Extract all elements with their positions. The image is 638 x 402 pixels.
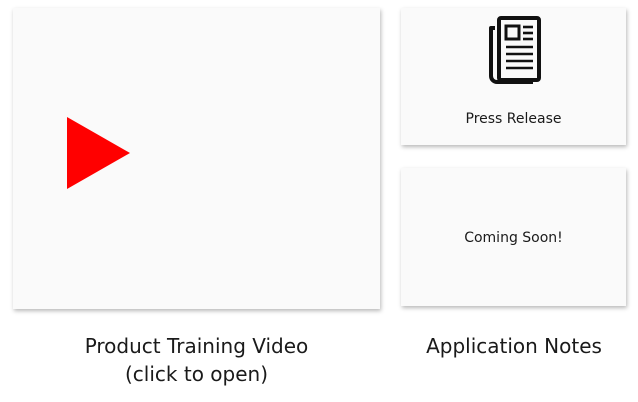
video-caption[interactable]: Product Training Video (click to open) [13, 332, 380, 388]
newspaper-icon [489, 16, 541, 84]
press-release-label[interactable]: Press Release [401, 110, 626, 128]
play-icon[interactable] [67, 117, 130, 189]
coming-soon-label: Coming Soon! [464, 230, 563, 246]
product-training-video-thumbnail[interactable] [13, 8, 380, 309]
video-caption-title[interactable]: Product Training Video [13, 332, 380, 360]
video-caption-hint: (click to open) [125, 362, 268, 386]
application-notes-caption: Application Notes [426, 334, 602, 358]
press-release-card[interactable]: Press Release [401, 8, 626, 145]
application-notes-card: Coming Soon! [401, 168, 626, 306]
